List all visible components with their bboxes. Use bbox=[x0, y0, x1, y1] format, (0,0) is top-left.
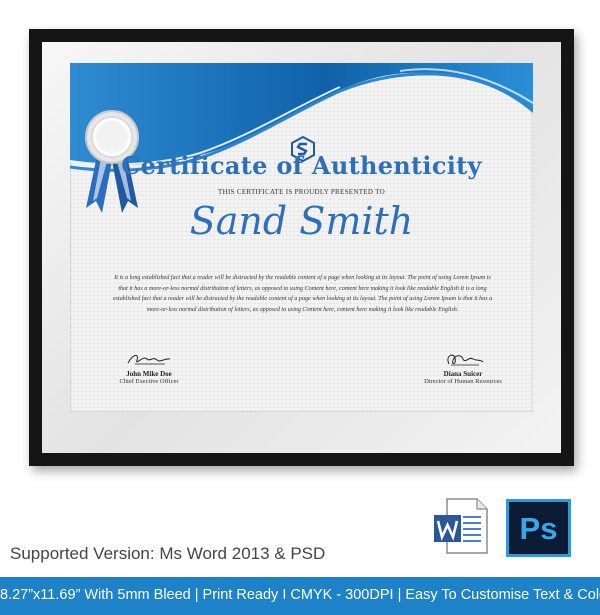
footer-banner: 8.27”x11.69” With 5mm Bleed | Print Read… bbox=[0, 577, 600, 615]
word-icon bbox=[434, 498, 488, 554]
photoshop-icon-label: Ps bbox=[519, 511, 558, 546]
footer-text: 8.27”x11.69” With 5mm Bleed | Print Read… bbox=[0, 587, 600, 603]
photoshop-icon: Ps bbox=[506, 499, 571, 557]
certificate-body: It is a long established fact that a rea… bbox=[112, 275, 493, 313]
picture-frame: Certificate of Authenticity THIS CERTIFI… bbox=[29, 29, 574, 466]
signature-block-left: John Mike Doe Chief Exective Officer bbox=[74, 350, 224, 385]
signature-block-right: Diana Suicer Director of Human Resources bbox=[388, 350, 533, 385]
signer-name: John Mike Doe bbox=[126, 370, 172, 378]
frame-mat: Certificate of Authenticity THIS CERTIFI… bbox=[42, 42, 561, 453]
signature-image bbox=[447, 354, 484, 366]
certificate-title: Certificate of Authenticity bbox=[121, 151, 482, 180]
signer-role: Chief Exective Officer bbox=[119, 378, 179, 385]
signer-name: Diana Suicer bbox=[443, 370, 483, 378]
signer-role: Director of Human Resources bbox=[424, 378, 502, 385]
supported-version-text: Supported Version: Ms Word 2013 & PSD bbox=[10, 544, 326, 563]
recipient-name: Sand Smith bbox=[189, 199, 414, 243]
certificate-subtitle: THIS CERTIFICATE IS PROUDLY PRESENTED TO bbox=[218, 188, 385, 196]
signature-image bbox=[127, 355, 171, 365]
certificate-paper: Certificate of Authenticity THIS CERTIFI… bbox=[70, 63, 533, 412]
